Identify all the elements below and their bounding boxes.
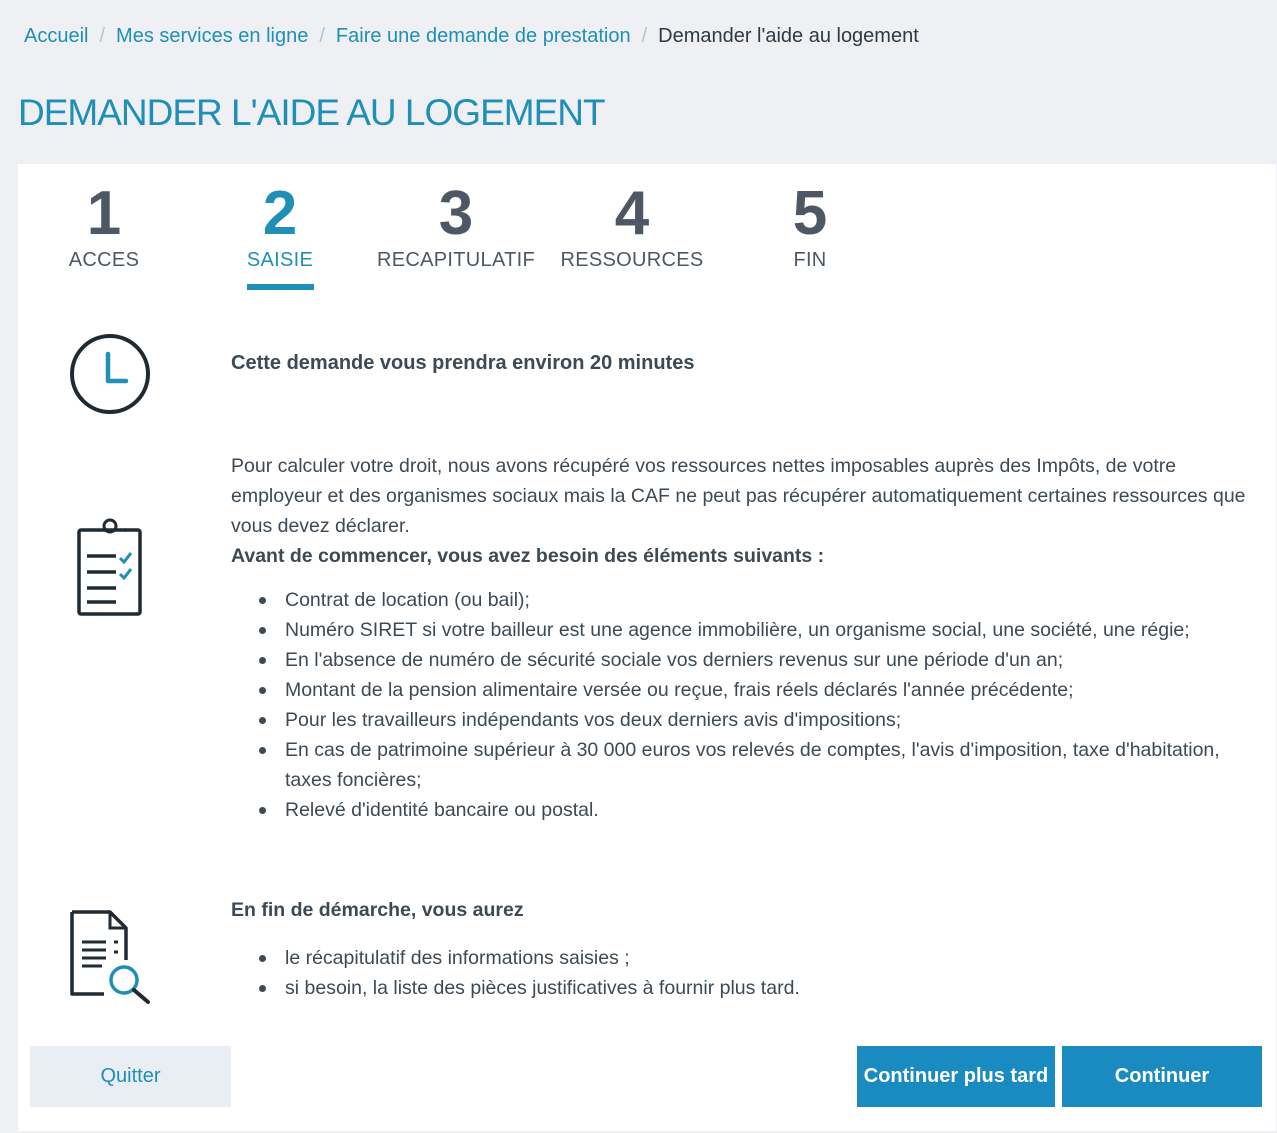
end-section: En fin de démarche, vous aurez le récapi… xyxy=(231,895,1266,1003)
breadcrumb-link-home[interactable]: Accueil xyxy=(24,25,88,48)
list-item: Montant de la pension alimentaire versée… xyxy=(231,675,1266,705)
continue-later-button[interactable]: Continuer plus tard xyxy=(857,1046,1055,1107)
list-item: Numéro SIRET si votre bailleur est une a… xyxy=(231,615,1266,645)
page-title: DEMANDER L'AIDE AU LOGEMENT xyxy=(18,92,606,133)
breadcrumb-separator: / xyxy=(99,25,106,47)
end-heading: En fin de démarche, vous aurez xyxy=(231,899,524,921)
breadcrumb-current: Demander l'aide au logement xyxy=(658,25,919,47)
intro-paragraph: Pour calculer votre droit, nous avons ré… xyxy=(231,455,1246,537)
breadcrumb-separator: / xyxy=(319,25,325,47)
breadcrumb-link-services[interactable]: Mes services en ligne xyxy=(116,25,308,48)
step-label: FIN xyxy=(793,249,827,271)
prerequisites-list: Contrat de location (ou bail); Numéro SI… xyxy=(231,585,1266,825)
step-number: 3 xyxy=(438,179,474,248)
list-item: Relevé d'identité bancaire ou postal. xyxy=(231,795,1266,825)
step-1: 1 ACCES xyxy=(14,180,194,272)
step-5: 5 FIN xyxy=(720,180,900,272)
end-list: le récapitulatif des informations saisie… xyxy=(231,943,1266,1003)
step-number: 2 xyxy=(262,179,298,248)
prerequisites-heading: Avant de commencer, vous avez besoin des… xyxy=(231,545,825,567)
list-item: En cas de patrimoine supérieur à 30 000 … xyxy=(231,735,1266,795)
clock-icon xyxy=(70,334,150,414)
duration-text: Cette demande vous prendra environ 20 mi… xyxy=(231,352,695,374)
step-4: 4 RESSOURCES xyxy=(542,180,722,272)
step-2: 2 SAISIE xyxy=(190,180,370,290)
breadcrumb-separator: / xyxy=(641,25,648,47)
quit-button[interactable]: Quitter xyxy=(30,1046,231,1107)
active-step-indicator xyxy=(246,284,314,290)
document-search-icon xyxy=(70,910,150,1004)
list-item: Pour les travailleurs indépendants vos d… xyxy=(231,705,1266,735)
list-item: si besoin, la liste des pièces justifica… xyxy=(231,973,1266,1003)
step-label: RECAPITULATIF xyxy=(377,249,535,271)
breadcrumb-link-request[interactable]: Faire une demande de prestation xyxy=(336,25,631,48)
step-label: SAISIE xyxy=(246,249,314,271)
step-number: 5 xyxy=(792,179,828,248)
step-label: RESSOURCES xyxy=(560,249,704,271)
form-card: 1 ACCES 2 SAISIE 3 RECAPITULATIF 4 RESSO… xyxy=(18,164,1276,1131)
step-number: 4 xyxy=(614,179,650,248)
prerequisites-section: Pour calculer votre droit, nous avons ré… xyxy=(231,451,1266,825)
step-number: 1 xyxy=(86,179,122,248)
clipboard-checklist-icon xyxy=(77,518,142,616)
breadcrumb: Accueil / Mes services en ligne / Faire … xyxy=(24,25,919,48)
step-3: 3 RECAPITULATIF xyxy=(366,180,546,272)
step-label: ACCES xyxy=(68,249,140,271)
list-item: le récapitulatif des informations saisie… xyxy=(231,943,1266,973)
list-item: Contrat de location (ou bail); xyxy=(231,585,1266,615)
list-item: En l'absence de numéro de sécurité socia… xyxy=(231,645,1266,675)
continue-button[interactable]: Continuer xyxy=(1062,1046,1262,1107)
